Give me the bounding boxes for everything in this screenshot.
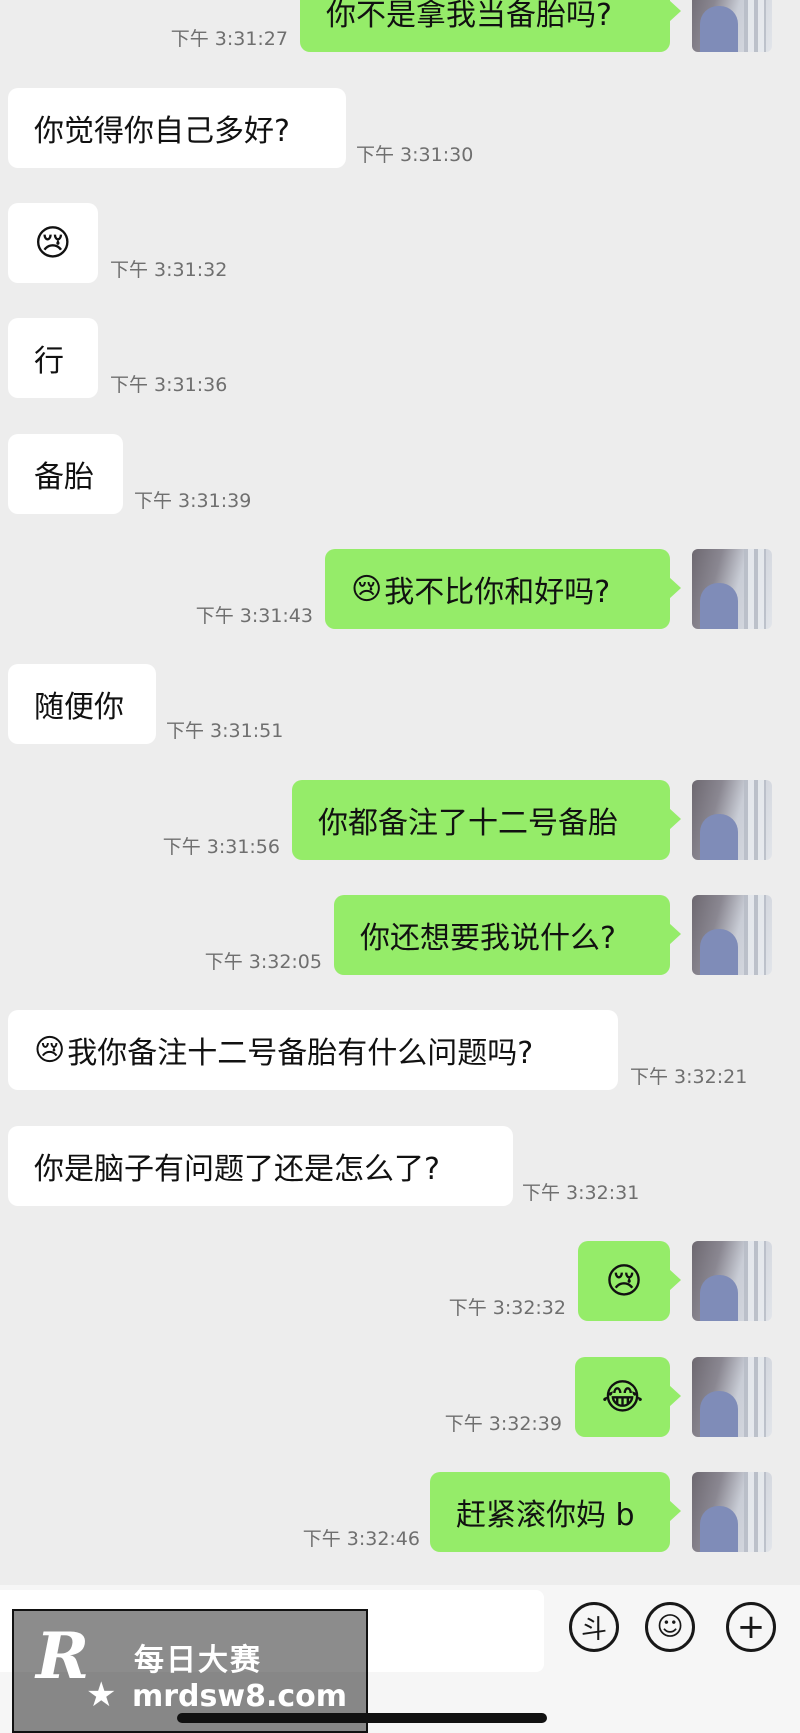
input-bar: 斗 ☺ + R ★ 每日大赛 mrdsw8.com [0,1585,800,1733]
crying-laughing-emoji-icon: 😢 [605,1260,643,1302]
message-text: 你不是拿我当备胎吗? [326,0,612,33]
incoming-bubble[interactable]: 你觉得你自己多好? [8,88,346,168]
crying-laughing-emoji-icon: 😢 [351,571,383,607]
watermark-title: 每日大赛 [134,1643,262,1678]
avatar[interactable] [692,895,772,975]
timestamp: 下午 3:32:46 [302,1528,420,1550]
message-text: 你还想要我说什么? [360,921,616,956]
tears-of-joy-emoji-icon: 😂 [601,1376,644,1418]
message-text: 赶紧滚你妈 b [456,1498,635,1533]
incoming-bubble[interactable]: 你是脑子有问题了还是怎么了? [8,1126,513,1206]
outgoing-bubble[interactable]: 你都备注了十二号备胎 [292,780,681,860]
timestamp: 下午 3:31:27 [170,28,288,50]
more-button[interactable]: + [726,1602,776,1652]
plus-icon: + [736,1607,766,1647]
timestamp: 下午 3:31:43 [195,605,313,627]
outgoing-bubble[interactable]: 你不是拿我当备胎吗? [300,0,681,52]
incoming-bubble[interactable]: 行 [8,318,98,398]
dou-icon: 斗 [580,1614,607,1645]
avatar[interactable] [692,1472,772,1552]
timestamp: 下午 3:31:30 [356,144,474,166]
incoming-bubble[interactable]: 😢 我你备注十二号备胎有什么问题吗? [8,1010,618,1090]
outgoing-bubble[interactable]: 😢 [578,1241,681,1321]
emoji-button[interactable]: ☺ [645,1602,695,1652]
message-text: 我不比你和好吗? [384,575,611,610]
watermark-logo-letter: R [36,1619,90,1694]
home-indicator[interactable] [177,1713,547,1723]
avatar[interactable] [692,780,772,860]
timestamp: 下午 3:32:39 [444,1413,562,1435]
chat-area[interactable]: 你不是拿我当备胎吗? 下午 3:31:27 你觉得你自己多好? 下午 3:31:… [0,0,800,1585]
incoming-bubble[interactable]: 备胎 [8,434,123,514]
avatar[interactable] [692,1357,772,1437]
outgoing-bubble[interactable]: 赶紧滚你妈 b [430,1472,681,1552]
star-icon: ★ [86,1675,117,1715]
avatar[interactable] [692,0,772,52]
timestamp: 下午 3:32:05 [204,951,322,973]
timestamp: 下午 3:32:31 [522,1182,640,1204]
timestamp: 下午 3:31:36 [110,374,228,396]
message-text: 你觉得你自己多好? [34,114,290,149]
message-text: 你是脑子有问题了还是怎么了? [34,1152,440,1187]
message-text: 行 [34,344,64,379]
timestamp: 下午 3:32:32 [448,1297,566,1319]
crying-laughing-emoji-icon: 😢 [34,1032,66,1068]
timestamp: 下午 3:31:32 [110,259,228,281]
message-text: 你都备注了十二号备胎 [318,806,618,841]
avatar[interactable] [692,1241,772,1321]
message-text: 我你备注十二号备胎有什么问题吗? [67,1036,534,1071]
crying-laughing-emoji-icon: 😢 [34,222,72,264]
incoming-bubble[interactable]: 😢 [8,203,98,283]
outgoing-bubble[interactable]: 😂 [575,1357,681,1437]
douyin-emoji-button[interactable]: 斗 [569,1602,619,1652]
watermark-url: mrdsw8.com [132,1679,348,1714]
timestamp: 下午 3:31:39 [134,490,252,512]
outgoing-bubble[interactable]: 😢 我不比你和好吗? [325,549,681,629]
message-text: 备胎 [34,460,94,495]
avatar[interactable] [692,549,772,629]
outgoing-bubble[interactable]: 你还想要我说什么? [334,895,681,975]
incoming-bubble[interactable]: 随便你 [8,664,156,744]
timestamp: 下午 3:31:56 [162,836,280,858]
timestamp: 下午 3:32:21 [630,1066,748,1088]
timestamp: 下午 3:31:51 [166,720,284,742]
message-text: 随便你 [34,690,124,725]
smiley-icon: ☺ [656,1612,684,1642]
